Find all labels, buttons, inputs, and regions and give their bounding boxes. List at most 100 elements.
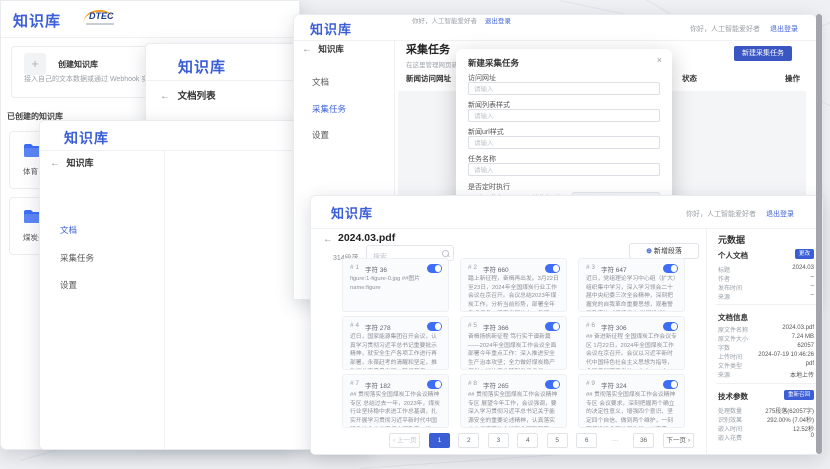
next-page-button[interactable]: 下一页 › [663,433,694,448]
page-button-2[interactable]: 2 [458,433,479,448]
chunk-index: # 3 [586,264,595,271]
scrollbar[interactable] [816,14,822,454]
meta-value: 62057 [797,343,814,349]
chunk-card[interactable]: # 1字符 36 figure:1-figure-0.jpg ##图片 name… [342,258,449,312]
chunk-enabled-toggle[interactable] [663,380,678,389]
chunk-enabled-toggle[interactable] [663,322,678,331]
meta-group-personal: 个人文档 [718,250,748,261]
header-user-area: 你好，人工智能爱好者 退出登录 [690,24,798,34]
search-icon [442,250,448,256]
field-input-list-style[interactable]: 请输入 [468,109,660,122]
chunk-card[interactable]: # 9字符 324 ## 贯彻落实全国煤炭工作会议精神专区 会议要求，深刻把握两… [578,374,685,428]
page-button-4[interactable]: 4 [517,433,538,448]
chunk-text: 近日，党组理论学习中心组（扩大）组织集中学习，深入学习领会二十届中央纪委三次全会… [586,275,678,311]
field-input-task-name[interactable]: 请输入 [468,163,660,176]
next-label: 下一页 [667,437,687,444]
chunk-card[interactable]: # 6字符 306 ## 奋进新征程 全国煤炭工作会议专区 1月22日，2024… [578,316,685,370]
next-arrow-icon: › [688,437,690,444]
field-input-url[interactable]: 请输入 [468,82,660,95]
prev-page-button[interactable]: ‹ 上一页 [389,433,420,448]
chunk-char-count: 字符 278 [365,322,391,332]
chunk-text: ## 贯彻落实全国煤炭工作会议精神专区 会议要求，深刻把握两个确立的决定性意义，… [586,391,678,427]
meta-label: 上传时间 [718,352,742,361]
chunk-card[interactable]: # 7 字符 182 ## 贯彻落实全国煤炭工作会议精神专区 总结过去一年，202… [342,374,449,428]
sidebar-item-tasks[interactable]: 采集任务 [60,252,94,264]
sidebar-item-docs[interactable]: 文档 [60,224,77,236]
meta-label: 嵌入花费 [718,433,742,442]
chunk-char-count: 字符 306 [601,322,627,332]
back-label: 文档列表 [178,91,216,102]
page-button-36[interactable]: 36 [633,433,654,448]
meta-edit-button[interactable]: 更改 [795,249,814,259]
ghost-greeting: 你好，人工智能爱好者 [412,18,477,25]
sidebar-item-docs[interactable]: 文档 [312,76,329,88]
chunk-card[interactable]: # 3 字符 647 近日，党组理论学习中心组（扩大）组织集中学习，深入学习领会二… [578,258,685,312]
meta-value: 7.24 MB [792,334,814,340]
chunk-char-count: 字符 647 [601,264,627,274]
field-input-url-style[interactable]: 请输入 [468,136,660,149]
add-paragraph-label: 新增段落 [654,248,682,255]
back-arrow-icon[interactable]: ← [160,91,170,102]
meta-value: 本地上传 [790,370,814,379]
prev-label: 上一页 [397,437,417,444]
back-arrow-icon[interactable]: ← [50,158,60,169]
logo-text: DTEC [89,11,114,21]
column-header-url: 新闻访问网址 [406,73,451,84]
chunk-text: ## 奋进新征程 全国煤炭工作会议专区 1月22日，2024年全国煤炭工作会议在… [586,333,678,369]
meta-value: 2024-07-19 10:46:26 [758,352,814,358]
logout-link[interactable]: 退出登录 [766,211,794,218]
meta-group-fileinfo: 文档信息 [718,312,748,323]
meta-label: 来源 [718,370,730,379]
chunk-char-count: 字符 182 [365,380,391,390]
chunk-enabled-toggle[interactable] [545,380,560,389]
page-button-3[interactable]: 3 [488,433,509,448]
modal-title: 新建采集任务 [468,57,519,69]
chunk-text: ## 贯彻落实全国煤炭工作会议精神专区 总结过去一年，2023年，煤炭行业坚持稳… [350,391,442,427]
ghost-logout-link[interactable]: 退出登录 [485,18,511,25]
page-button-6[interactable]: 6 [576,433,597,448]
chunk-enabled-toggle[interactable] [663,264,678,273]
column-header-status: 状态 [682,73,697,84]
meta-label: 来源 [718,292,730,301]
chunk-card[interactable]: # 8字符 265 ## 贯彻落实全国煤炭工作会议精神专区 展望今年工作，会议强… [460,374,567,428]
window-doc-detail: 知识库 你好，人工智能爱好者 退出登录 ← 2024.03.pdf 314段落 … [310,195,823,455]
chunk-char-count: 字符 660 [483,264,509,274]
back-kb[interactable]: ← 知识库 [50,156,94,169]
divider [716,304,816,305]
chunk-char-count: 字符 265 [483,380,509,390]
chunk-index: # 7 [350,380,359,387]
sidebar-item-tasks[interactable]: 采集任务 [312,103,346,115]
meta-value: 0 [811,433,814,439]
chunk-enabled-toggle[interactable] [427,264,442,273]
back-doc-list[interactable]: ← 文档列表 [160,88,216,102]
sidebar-divider [164,150,165,449]
header-user-area: 你好，人工智能爱好者 退出登录 [686,209,794,219]
logout-link[interactable]: 退出登录 [770,26,798,33]
chunk-enabled-toggle[interactable] [427,380,442,389]
chunk-card[interactable]: # 5字符 366 奋楫扬帆新征程 笃行实干谱新篇——2024年全国煤炭工作会议… [460,316,567,370]
page-button-1[interactable]: 1 [429,433,450,448]
chunk-enabled-toggle[interactable] [545,322,560,331]
meta-value: pdf [806,361,814,367]
page-button-5[interactable]: 5 [547,433,568,448]
new-task-button[interactable]: 新建采集任务 [734,46,792,61]
user-greeting: 你好，人工智能爱好者 [690,26,760,33]
chunk-card[interactable]: # 4字符 278 近日，国家能源集团召开会议，认真学习贯彻习近平总书记重要批示… [342,316,449,370]
back-arrow-icon[interactable]: ← [302,44,312,55]
chunk-index: # 1 [350,264,359,271]
back-kb[interactable]: ← 知识库 [302,43,344,55]
chunk-card[interactable]: # 2字符 660 踏上新征程，奋楫再出发。3月22日至23日，2024年全国煤… [460,258,567,312]
sidebar-item-settings[interactable]: 设置 [60,279,77,291]
meta-recall-button[interactable]: 重新召回 [784,390,814,400]
chunk-index: # 2 [468,264,477,271]
sidebar-item-settings[interactable]: 设置 [312,129,329,141]
add-paragraph-button[interactable]: ⊕ 新增段落 [629,243,699,259]
chunk-enabled-toggle[interactable] [545,264,560,273]
back-arrow-icon[interactable]: ← [323,234,333,245]
prev-arrow-icon: ‹ [393,437,395,444]
meta-group-tech: 技术参数 [718,391,748,402]
close-icon[interactable]: × [657,55,662,65]
meta-value: – [811,274,814,280]
chunk-enabled-toggle[interactable] [427,322,442,331]
meta-label: 发布时间 [718,283,742,292]
